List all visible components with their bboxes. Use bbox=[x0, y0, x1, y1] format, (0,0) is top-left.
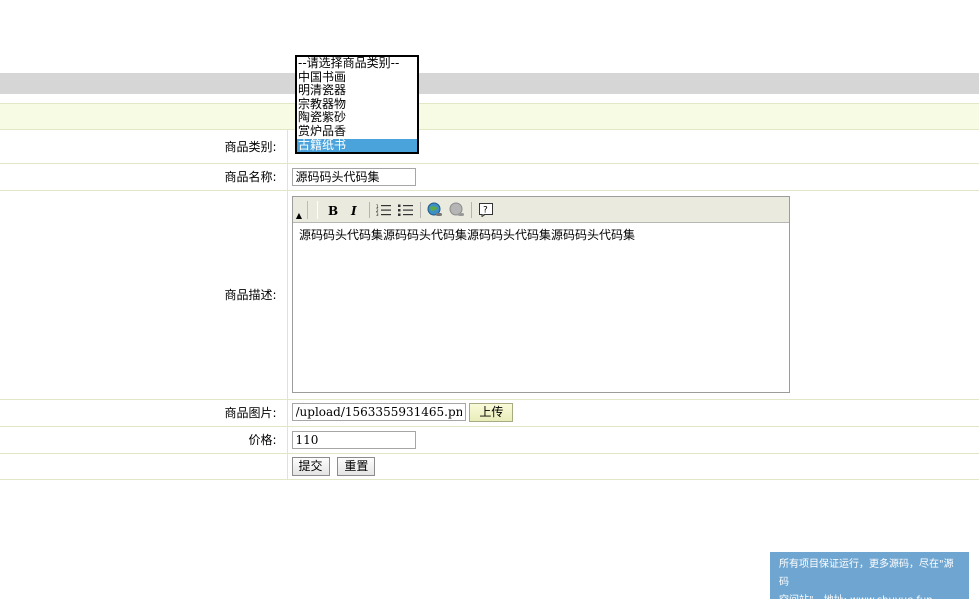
toolbar-separator bbox=[471, 201, 472, 218]
header-gray-bar bbox=[0, 73, 979, 94]
image-label: 商品图片: bbox=[0, 399, 288, 427]
watermark-line: 空间站"，地址: www.shuyue.fun bbox=[779, 595, 933, 606]
watermark-line: 所有项目保证运行，更多源码，尽在"源码 bbox=[779, 559, 954, 588]
upload-button[interactable]: 上传 bbox=[469, 403, 514, 422]
form-title-bar bbox=[0, 103, 979, 130]
svg-text:I: I bbox=[350, 204, 357, 216]
italic-icon[interactable]: I bbox=[346, 201, 364, 219]
price-input[interactable] bbox=[291, 430, 416, 449]
toolbar-separator bbox=[420, 201, 421, 218]
image-row: 商品图片: 上传 bbox=[0, 399, 979, 427]
help-icon[interactable]: ? bbox=[477, 201, 495, 219]
remove-link-icon[interactable] bbox=[448, 201, 466, 219]
price-row: 价格: bbox=[0, 426, 979, 454]
buttons-row: 提交 重置 bbox=[0, 453, 979, 480]
category-option[interactable]: --请选择商品类别-- bbox=[297, 56, 417, 71]
reset-button[interactable]: 重置 bbox=[337, 456, 376, 476]
ordered-list-icon[interactable]: 1 2 3 bbox=[375, 201, 393, 219]
submit-button[interactable]: 提交 bbox=[291, 456, 330, 476]
category-row: 商品类别: bbox=[0, 130, 979, 164]
image-path-input[interactable] bbox=[291, 403, 466, 421]
unordered-list-icon[interactable] bbox=[397, 201, 415, 219]
category-option[interactable]: 赏炉品香 bbox=[297, 124, 417, 139]
category-dropdown-list[interactable]: --请选择商品类别-- 中国书画 明清瓷器 宗教器物 陶瓷紫砂 赏炉品香 古籍纸… bbox=[295, 55, 419, 155]
buttons-label-empty bbox=[0, 453, 288, 480]
name-row: 商品名称: bbox=[0, 163, 979, 191]
price-label: 价格: bbox=[0, 426, 288, 454]
category-label: 商品类别: bbox=[0, 130, 288, 164]
bold-icon[interactable]: B bbox=[324, 201, 342, 219]
toolbar-separator bbox=[369, 201, 370, 218]
name-input[interactable] bbox=[291, 167, 416, 186]
svg-text:?: ? bbox=[483, 205, 488, 215]
editor-content[interactable]: 源码码头代码集源码码头代码集源码码头代码集源码码头代码集 bbox=[293, 223, 789, 247]
editor-toolbar: ▲ B I 1 2 3 ? bbox=[293, 197, 789, 223]
category-option[interactable]: 中国书画 bbox=[297, 70, 417, 85]
description-label: 商品描述: bbox=[0, 190, 288, 400]
rich-text-editor: ▲ B I 1 2 3 ? 源码码头代码集源码码头代码集源码码头代码集源码码头代… bbox=[292, 196, 790, 393]
name-label: 商品名称: bbox=[0, 163, 288, 191]
svg-text:3: 3 bbox=[376, 212, 379, 217]
insert-link-icon[interactable] bbox=[426, 201, 444, 219]
category-option[interactable]: 明清瓷器 bbox=[297, 84, 417, 98]
category-option[interactable]: 陶瓷紫砂 bbox=[297, 111, 417, 125]
toolbar-grip bbox=[307, 200, 318, 219]
svg-text:B: B bbox=[328, 204, 338, 216]
watermark-notice: 所有项目保证运行，更多源码，尽在"源码 空间站"，地址: www.shuyue.… bbox=[770, 552, 969, 606]
toolbar-collapse-icon[interactable]: ▲ bbox=[295, 200, 303, 220]
category-option-selected[interactable]: 古籍纸书 bbox=[297, 138, 417, 153]
